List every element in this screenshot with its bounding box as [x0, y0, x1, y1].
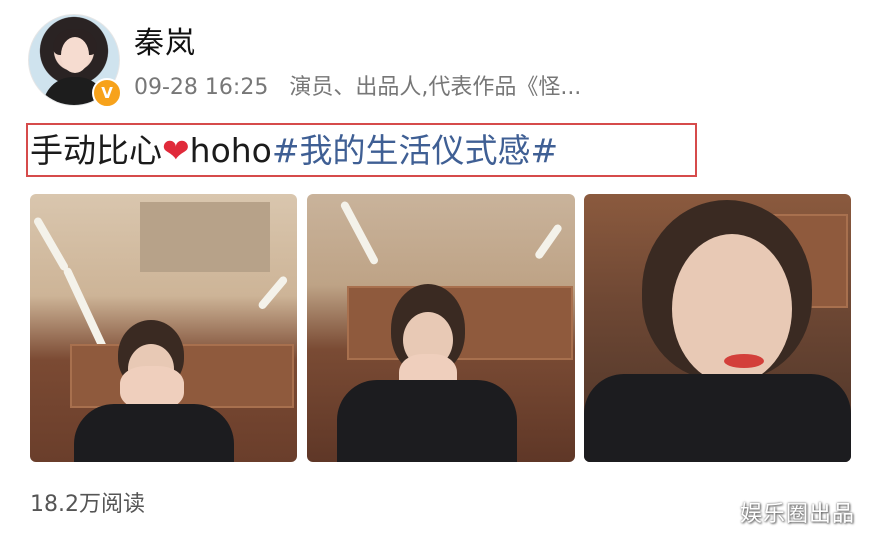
username[interactable]: 秦岚 — [134, 18, 196, 62]
post-text-mid: hoho — [189, 131, 272, 170]
ceiling-light — [32, 216, 70, 272]
ceiling-light — [256, 274, 289, 311]
post-timestamp: 09-28 16:25 — [134, 75, 269, 100]
heart-emoji-icon: ❤ — [162, 131, 190, 170]
person-body — [74, 404, 234, 462]
ceiling-light — [339, 200, 380, 266]
post-text-prefix: 手动比心 — [30, 131, 162, 170]
post-meta: 09-28 16:25 演员、出品人,代表作品《怪... — [134, 69, 581, 101]
post-photo-3[interactable] — [584, 194, 851, 462]
person-lips — [724, 354, 764, 368]
ceiling-light — [62, 266, 108, 352]
avatar-face — [61, 37, 89, 73]
person-body — [337, 380, 517, 462]
ceiling-light — [533, 222, 564, 261]
user-description: 演员、出品人,代表作品《怪... — [289, 75, 582, 100]
watermark: 娱乐圈出品 — [739, 502, 855, 527]
ceiling-vent — [140, 202, 270, 272]
read-count: 18.2万阅读 — [30, 492, 145, 517]
post-photo-2[interactable] — [307, 194, 575, 462]
post-photo-1[interactable] — [30, 194, 297, 462]
person-body — [584, 374, 851, 462]
hashtag-link[interactable]: #我的生活仪式感# — [272, 131, 558, 170]
post-text: 手动比心❤hoho#我的生活仪式感# — [30, 128, 558, 174]
verified-badge-icon: V — [92, 78, 122, 108]
